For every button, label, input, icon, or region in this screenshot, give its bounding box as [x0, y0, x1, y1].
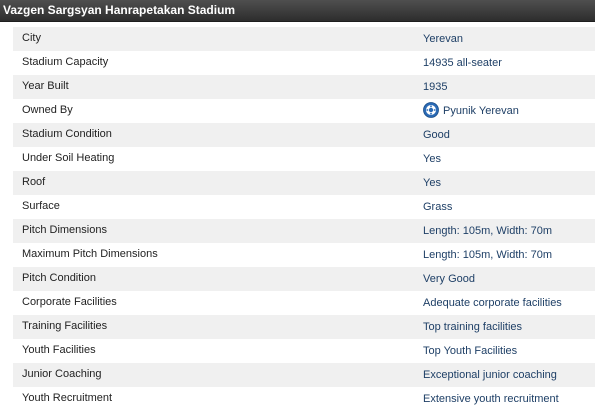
detail-row-corporate-facilities: Corporate Facilities Adequate corporate … [13, 291, 595, 315]
detail-row-stadium-capacity: Stadium Capacity 14935 all-seater [13, 51, 595, 75]
detail-label: Youth Facilities [22, 344, 96, 356]
detail-row-youth-facilities: Youth Facilities Top Youth Facilities [13, 339, 595, 363]
detail-row-youth-recruitment: Youth Recruitment Extensive youth recrui… [13, 387, 595, 411]
detail-label: Training Facilities [22, 320, 108, 332]
detail-value: Adequate corporate facilities [423, 297, 562, 309]
detail-value: 1935 [423, 81, 448, 93]
detail-label: Stadium Capacity [22, 56, 109, 68]
detail-label: Youth Recruitment [22, 392, 113, 404]
owner-club-link[interactable]: Pyunik Yerevan [443, 105, 519, 117]
detail-row-roof: Roof Yes [13, 171, 595, 195]
detail-value: Length: 105m, Width: 70m [423, 249, 553, 261]
detail-row-owned-by: Owned By Pyunik Yerevan [13, 99, 595, 123]
detail-value: Top Youth Facilities [423, 345, 518, 357]
detail-row-pitch-dimensions: Pitch Dimensions Length: 105m, Width: 70… [13, 219, 595, 243]
detail-value: Length: 105m, Width: 70m [423, 225, 553, 237]
detail-value: Yerevan [423, 33, 463, 45]
detail-value: Yes [423, 177, 441, 189]
detail-row-maximum-pitch-dimensions: Maximum Pitch Dimensions Length: 105m, W… [13, 243, 595, 267]
detail-value: Extensive youth recruitment [423, 393, 559, 405]
detail-label: Under Soil Heating [22, 152, 115, 164]
detail-label: Year Built [22, 80, 69, 92]
detail-value: Yes [423, 153, 441, 165]
detail-value: Very Good [423, 273, 475, 285]
detail-row-year-built: Year Built 1935 [13, 75, 595, 99]
detail-label: Pitch Condition [22, 272, 96, 284]
owner-club[interactable]: Pyunik Yerevan [423, 99, 519, 123]
detail-label: Owned By [22, 104, 73, 116]
detail-label: Junior Coaching [22, 368, 102, 380]
detail-label: Surface [22, 200, 60, 212]
stadium-details-list: City Yerevan Stadium Capacity 14935 all-… [13, 27, 595, 411]
detail-label: Maximum Pitch Dimensions [22, 248, 158, 260]
stadium-info-panel: Vazgen Sargsyan Hanrapetakan Stadium Cit… [0, 0, 595, 417]
detail-row-junior-coaching: Junior Coaching Exceptional junior coach… [13, 363, 595, 387]
club-crest-icon [423, 101, 439, 118]
detail-row-under-soil-heating: Under Soil Heating Yes [13, 147, 595, 171]
detail-label: Pitch Dimensions [22, 224, 107, 236]
detail-label: City [22, 32, 41, 44]
detail-value: Grass [423, 201, 453, 213]
detail-label: Stadium Condition [22, 128, 112, 140]
detail-value: Top training facilities [423, 321, 523, 333]
detail-row-stadium-condition: Stadium Condition Good [13, 123, 595, 147]
detail-label: Corporate Facilities [22, 296, 117, 308]
detail-row-surface: Surface Grass [13, 195, 595, 219]
detail-row-city: City Yerevan [13, 27, 595, 51]
detail-value: Exceptional junior coaching [423, 369, 557, 381]
detail-label: Roof [22, 176, 46, 188]
detail-value: 14935 all-seater [423, 57, 502, 69]
detail-row-training-facilities: Training Facilities Top training facilit… [13, 315, 595, 339]
panel-title: Vazgen Sargsyan Hanrapetakan Stadium [0, 0, 595, 22]
detail-row-pitch-condition: Pitch Condition Very Good [13, 267, 595, 291]
detail-value: Good [423, 129, 450, 141]
